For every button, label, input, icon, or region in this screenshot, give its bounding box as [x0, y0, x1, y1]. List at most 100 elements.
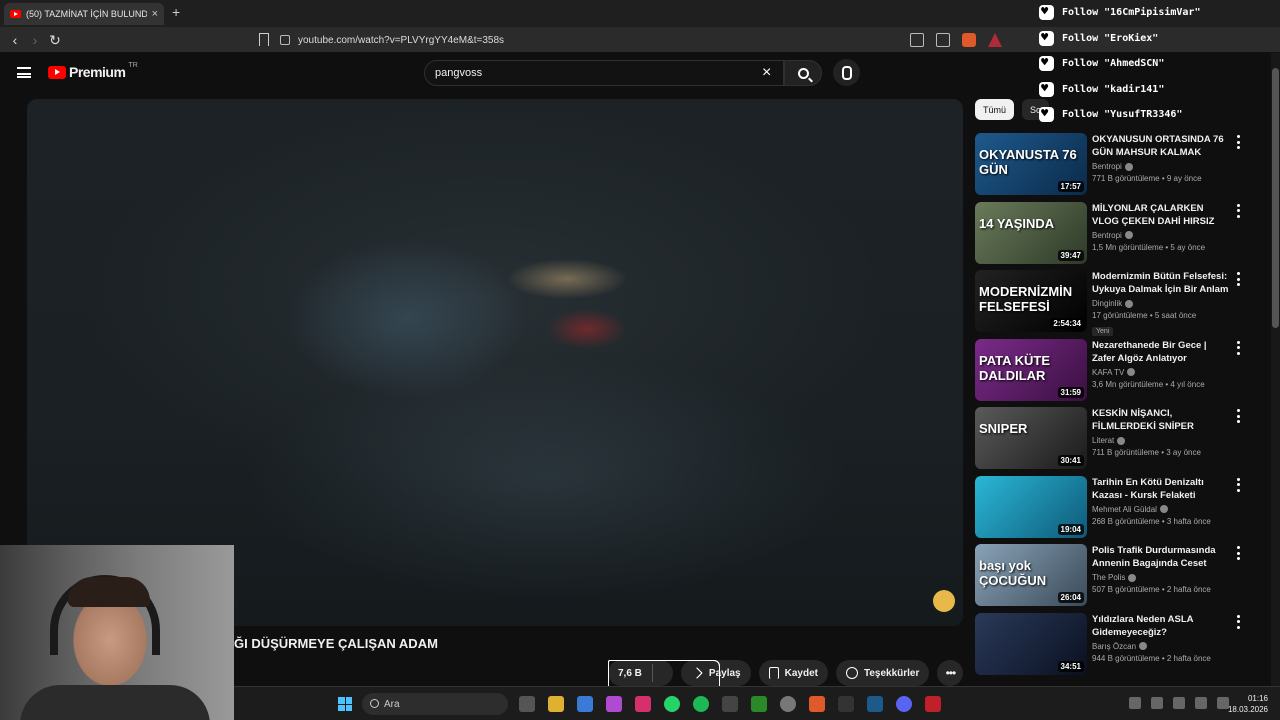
video-title[interactable]: Polis Trafik Durdurmasında Annenin Bagaj… — [1092, 544, 1232, 570]
windows-start-icon[interactable] — [338, 697, 352, 711]
taskbar-search[interactable]: Ara — [362, 693, 508, 715]
brave-icon[interactable] — [809, 696, 825, 712]
recommendation-item[interactable]: 14 YAŞINDA 39:47 MİLYONLAR ÇALARKEN VLOG Ç… — [975, 201, 1255, 264]
app-red-icon[interactable] — [925, 696, 941, 712]
video-thumbnail[interactable]: OKYANUSTA 76 GÜN 17:57 — [975, 133, 1087, 195]
tray-chevron-icon[interactable] — [1129, 697, 1141, 709]
channel-name[interactable]: Mehmet Ali Güldal — [1092, 505, 1157, 514]
share-page-icon[interactable] — [936, 33, 950, 47]
channel-name[interactable]: Barış Özcan — [1092, 642, 1136, 651]
more-options-icon[interactable] — [1235, 546, 1241, 560]
recommendation-item[interactable]: SNIPER 30:41 KESKİN NİŞANCI, FİLMLERDEKİ S… — [975, 407, 1255, 469]
brave-shields-icon[interactable] — [962, 33, 976, 47]
channel-name[interactable]: Literat — [1092, 436, 1114, 445]
video-title[interactable]: MİLYONLAR ÇALARKEN VLOG ÇEKEN DAHİ HIRSI… — [1092, 202, 1232, 228]
channel-name[interactable]: The Polis — [1092, 573, 1125, 582]
settings-icon[interactable] — [780, 696, 796, 712]
heart-icon — [1039, 106, 1054, 123]
video-title[interactable]: Yıldızlara Neden ASLA Gidemeyeceğiz? — [1092, 613, 1232, 639]
video-thumbnail[interactable]: 34:51 — [975, 612, 1087, 675]
dislike-button[interactable] — [608, 660, 720, 720]
voice-search-icon[interactable] — [833, 59, 860, 86]
video-thumbnail[interactable]: 14 YAŞINDA 39:47 — [975, 201, 1087, 264]
search-clear-icon[interactable]: × — [762, 63, 771, 83]
more-options-icon[interactable] — [1235, 340, 1241, 355]
bookmark-icon[interactable] — [259, 33, 269, 46]
thanks-button[interactable]: Teşekkürler — [835, 660, 930, 686]
thumbnail-caption: başı yok ÇOCUĞUN — [979, 558, 1047, 588]
whatsapp-icon[interactable] — [664, 696, 680, 712]
like-dislike-group: 7,6 B — [608, 660, 720, 720]
page-scrollbar[interactable] — [1271, 53, 1280, 686]
brave-rewards-icon[interactable] — [988, 33, 1002, 47]
cast-icon[interactable] — [910, 33, 924, 47]
recommendation-item[interactable]: MODERNİZMİN FELSEFESİ 2:54:34 Modernizmin … — [975, 270, 1255, 336]
menu-icon[interactable] — [17, 67, 31, 78]
thumbnail-caption: 14 YAŞINDA — [979, 215, 1055, 231]
video-title[interactable]: KESKİN NİŞANCI, FİLMLERDEKİ SNİPER SAHNE… — [1092, 407, 1232, 433]
forward-icon[interactable]: › — [26, 31, 44, 49]
heart-icon — [1039, 30, 1054, 46]
browser-tab-youtube[interactable]: (50) TAZMİNAT İÇİN BULUNDU × — [4, 3, 164, 25]
search-button[interactable] — [784, 60, 822, 86]
channel-row: KAFA TV — [1092, 368, 1232, 377]
save-button[interactable]: Kaydet — [758, 660, 828, 686]
recommendation-item[interactable]: OKYANUSTA 76 GÜN 17:57 OKYANUSUN ORTASINDA… — [975, 133, 1255, 195]
scrollbar-thumb[interactable] — [1272, 68, 1279, 328]
channel-name[interactable]: Bentropi — [1092, 231, 1122, 240]
more-actions-button[interactable]: ••• — [937, 660, 964, 686]
url-field[interactable]: youtube.com/watch?v=PLVYrgYY4eM&t=358s — [280, 30, 1000, 50]
tab-close-icon[interactable]: × — [152, 8, 158, 20]
video-title[interactable]: Nezarethanede Bir Gece | Zafer Algöz Anl… — [1092, 339, 1232, 365]
play-app-icon[interactable] — [751, 696, 767, 712]
more-options-icon[interactable] — [1235, 135, 1241, 149]
network-icon[interactable] — [1173, 697, 1185, 709]
video-thumbnail[interactable]: 19:04 — [975, 475, 1087, 538]
recommendation-item[interactable]: başı yok ÇOCUĞUN 26:04 Polis Trafik Durdur… — [975, 544, 1255, 606]
site-info-icon[interactable] — [280, 35, 290, 45]
more-options-icon[interactable] — [1235, 272, 1241, 286]
video-thumbnail[interactable]: SNIPER 30:41 — [975, 407, 1087, 469]
channel-name[interactable]: KAFA TV — [1092, 368, 1124, 377]
back-icon[interactable]: ‹ — [6, 31, 24, 49]
reload-icon[interactable]: ↻ — [46, 31, 64, 49]
video-thumbnail[interactable]: MODERNİZMİN FELSEFESİ 2:54:34 — [975, 270, 1087, 332]
search-input[interactable]: pangvoss — [424, 60, 784, 86]
more-options-icon[interactable] — [1235, 477, 1241, 492]
spotify-icon[interactable] — [693, 696, 709, 712]
discord-icon[interactable] — [896, 696, 912, 712]
instagram-icon[interactable] — [635, 696, 651, 712]
volume-icon[interactable] — [1195, 697, 1207, 709]
recommendation-item[interactable]: PATA KÜTE DALDILAR 31:59 Nezarethanede Bir… — [975, 338, 1255, 401]
video-meta: Modernizmin Bütün Felsefesi: Uykuya Dalm… — [1092, 270, 1232, 338]
chip-all[interactable]: Tümü — [975, 99, 1015, 120]
app-icon[interactable] — [722, 696, 738, 712]
task-view-icon[interactable] — [519, 696, 535, 712]
youtube-favicon-icon — [10, 10, 21, 18]
channel-name[interactable]: Dinginlik — [1092, 299, 1122, 308]
channel-name[interactable]: Bentropi — [1092, 162, 1122, 171]
video-title[interactable]: Modernizmin Bütün Felsefesi: Uykuya Dalm… — [1092, 270, 1232, 296]
copilot-icon[interactable] — [606, 696, 622, 712]
more-options-icon[interactable] — [1235, 203, 1241, 218]
more-options-icon[interactable] — [1235, 614, 1241, 629]
channel-row: Mehmet Ali Güldal — [1092, 505, 1232, 514]
more-options-icon[interactable] — [1235, 409, 1241, 423]
taskbar-clock[interactable]: 01:16 18.03.2026 — [1224, 693, 1268, 715]
epic-games-icon[interactable] — [838, 696, 854, 712]
recommendation-item[interactable]: 19:04 Tarihin En Kötü Denizaltı Kazası - … — [975, 475, 1255, 538]
new-tab-button[interactable]: + — [172, 4, 180, 20]
follow-text: Follow "AhmedSCN" — [1062, 58, 1165, 70]
youtube-logo[interactable]: Premium TR — [48, 62, 138, 80]
steam-icon[interactable] — [867, 696, 883, 712]
video-title[interactable]: Tarihin En Kötü Denizaltı Kazası - Kursk… — [1092, 476, 1232, 502]
video-thumbnail[interactable]: başı yok ÇOCUĞUN 26:04 — [975, 544, 1087, 606]
mic-tray-icon[interactable] — [1151, 697, 1163, 709]
video-title[interactable]: OKYANUSUN ORTASINDA 76 GÜN MAHSUR KALMAK — [1092, 133, 1232, 159]
recommendation-item[interactable]: 34:51 Yıldızlara Neden ASLA Gidemeyeceğiz… — [975, 612, 1255, 675]
channel-row: Bentropi — [1092, 231, 1232, 240]
file-explorer-icon[interactable] — [548, 696, 564, 712]
shirt-shape — [20, 685, 210, 720]
video-thumbnail[interactable]: PATA KÜTE DALDILAR 31:59 — [975, 338, 1087, 401]
store-icon[interactable] — [577, 696, 593, 712]
